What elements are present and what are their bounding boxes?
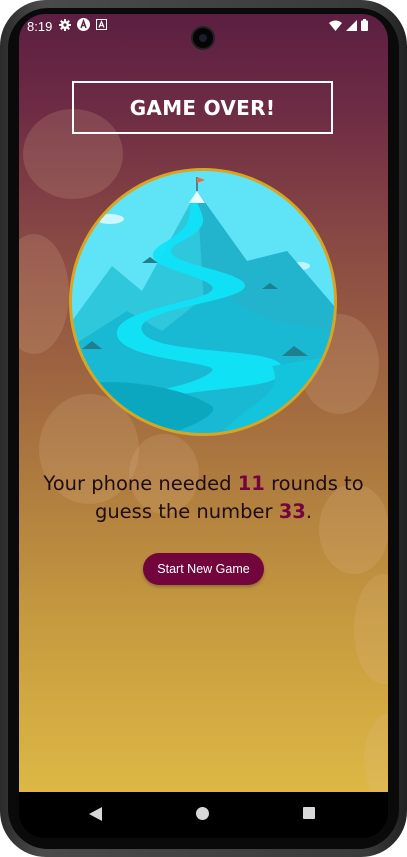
home-icon[interactable] bbox=[196, 807, 209, 820]
front-camera bbox=[191, 26, 215, 50]
start-new-game-button[interactable]: Start New Game bbox=[143, 553, 264, 585]
signal-icon bbox=[346, 19, 357, 31]
recents-icon[interactable] bbox=[303, 807, 315, 819]
mountain-summit-image bbox=[69, 168, 337, 436]
android-a-icon bbox=[77, 18, 90, 31]
game-over-screen: 8:19 GAME OVER! Your phone needed 11 rou… bbox=[19, 14, 388, 792]
battery-icon bbox=[361, 19, 368, 31]
rounds-count: 11 bbox=[237, 472, 265, 495]
navigation-bar bbox=[19, 792, 388, 838]
phone-frame: 8:19 GAME OVER! Your phone needed 11 rou… bbox=[0, 0, 407, 857]
gear-icon bbox=[59, 18, 71, 31]
status-icons-right bbox=[329, 19, 368, 31]
summary-prefix: Your phone needed bbox=[43, 472, 238, 495]
guessed-number: 33 bbox=[278, 500, 306, 523]
phone-screen: 8:19 GAME OVER! Your phone needed 11 rou… bbox=[19, 14, 388, 838]
a-box-icon bbox=[96, 19, 107, 30]
background-decoration bbox=[19, 234, 69, 354]
wifi-icon bbox=[329, 20, 342, 31]
background-decoration bbox=[364, 714, 388, 792]
mountain-illustration bbox=[72, 171, 334, 433]
back-icon[interactable] bbox=[89, 807, 102, 821]
status-icons-left bbox=[59, 18, 107, 31]
game-over-title: GAME OVER! bbox=[72, 81, 333, 134]
background-decoration bbox=[354, 574, 388, 684]
game-summary-text: Your phone needed 11 rounds to guess the… bbox=[19, 470, 388, 526]
summary-suffix: . bbox=[305, 500, 313, 523]
status-time: 8:19 bbox=[27, 19, 53, 34]
